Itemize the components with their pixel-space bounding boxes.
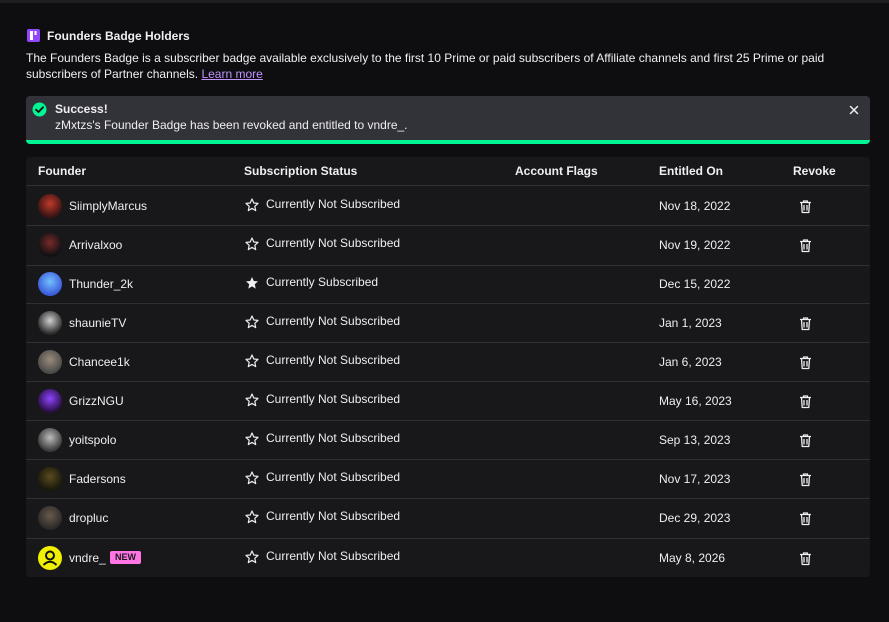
success-alert: Success! zMxtzs's Founder Badge has been… (26, 96, 870, 144)
avatar[interactable] (38, 427, 62, 452)
entitled-date: Nov 19, 2022 (659, 238, 731, 252)
subscription-status: Currently Not Subscribed (266, 548, 401, 563)
avatar[interactable] (38, 272, 62, 296)
learn-more-link[interactable]: Learn more (201, 67, 262, 81)
column-header-account-flags: Account Flags (515, 164, 598, 178)
entitled-date: Jan 6, 2023 (659, 354, 722, 369)
founder-name[interactable]: shaunieTV (69, 316, 126, 330)
check-circle-icon (32, 102, 47, 117)
avatar[interactable] (38, 349, 62, 374)
trash-icon[interactable] (798, 511, 813, 526)
alert-message: zMxtzs's Founder Badge has been revoked … (55, 118, 408, 132)
star-outline-icon (245, 510, 259, 524)
entitled-date: Sep 13, 2023 (659, 432, 731, 447)
subscription-status: Currently Not Subscribed (266, 391, 401, 406)
avatar[interactable] (38, 466, 62, 491)
founder-name[interactable]: Chancee1k (69, 355, 130, 369)
founder-name[interactable]: dropluc (69, 511, 108, 525)
avatar[interactable] (38, 310, 62, 335)
entitled-date: Nov 17, 2023 (659, 471, 731, 486)
close-icon[interactable] (848, 104, 860, 116)
entitled-date: May 8, 2026 (659, 550, 726, 565)
entitled-date: Jan 1, 2023 (659, 315, 722, 330)
star-outline-icon (245, 353, 259, 368)
page-header: Founders Badge Holders (26, 28, 190, 43)
column-header-founder: Founder (38, 164, 86, 178)
column-header-subscription-status: Subscription Status (244, 164, 358, 178)
avatar[interactable] (38, 193, 62, 218)
star-outline-icon (245, 237, 259, 251)
table-row: Arrivalxoo Currently Not Subscribed Nov 19… (26, 225, 870, 266)
page-description: The Founders Badge is a subscriber badge… (26, 50, 856, 82)
avatar[interactable] (38, 233, 62, 257)
table-row: shaunieTV Currently Not Subscribed Jan 1, … (26, 303, 870, 343)
table-row: Thunder_2k Currently Subscribed Dec 15, 20… (26, 265, 870, 304)
star-outline-icon (245, 314, 259, 329)
table-row: Chancee1k Currently Not Subscribed Jan 6, … (26, 342, 870, 382)
subscription-status: Currently Not Subscribed (266, 469, 401, 484)
avatar[interactable] (38, 506, 62, 530)
trash-icon[interactable] (798, 551, 813, 566)
founders-badge-icon (26, 28, 41, 43)
table-row: yoitspolo Currently Not Subscribed Sep 13,… (26, 420, 870, 460)
avatar[interactable] (38, 545, 62, 570)
subscription-status: Currently Not Subscribed (266, 509, 401, 523)
column-header-revoke: Revoke (793, 164, 836, 178)
trash-icon[interactable] (798, 355, 813, 370)
founder-name[interactable]: yoitspolo (69, 433, 116, 447)
star-outline-icon (245, 392, 259, 407)
founders-table: Founder Subscription Status Account Flag… (26, 157, 870, 577)
founder-name[interactable]: Arrivalxoo (69, 238, 122, 252)
top-bar (0, 0, 889, 3)
subscription-status: Currently Not Subscribed (266, 352, 401, 367)
trash-icon[interactable] (798, 433, 813, 448)
entitled-date: Nov 18, 2022 (659, 198, 731, 213)
page-title: Founders Badge Holders (47, 28, 190, 43)
entitled-date: Dec 29, 2023 (659, 511, 731, 525)
founder-name[interactable]: vndre_ (69, 551, 106, 565)
description-text: The Founders Badge is a subscriber badge… (26, 51, 825, 81)
trash-icon[interactable] (798, 472, 813, 487)
table-row: Fadersons Currently Not Subscribed Nov 17,… (26, 459, 870, 499)
star-filled-icon (245, 276, 259, 290)
star-outline-icon (245, 197, 259, 212)
trash-icon[interactable] (798, 394, 813, 409)
alert-title: Success! (55, 102, 108, 116)
star-outline-icon (245, 431, 259, 446)
trash-icon[interactable] (798, 316, 813, 331)
table-row: dropluc Currently Not Subscribed Dec 29, 2… (26, 498, 870, 539)
founder-name[interactable]: SiimplyMarcus (69, 199, 147, 213)
subscription-status: Currently Not Subscribed (266, 236, 401, 250)
star-outline-icon (245, 470, 259, 485)
subscription-status: Currently Not Subscribed (266, 430, 401, 445)
table-row: SiimplyMarcus Currently Not Subscribed Nov… (26, 186, 870, 226)
trash-icon[interactable] (798, 238, 813, 253)
founder-name[interactable]: Thunder_2k (69, 277, 133, 291)
entitled-date: Dec 15, 2022 (659, 277, 731, 291)
trash-icon[interactable] (798, 199, 813, 214)
avatar[interactable] (38, 388, 62, 413)
subscription-status: Currently Not Subscribed (266, 313, 401, 328)
table-header: Founder Subscription Status Account Flag… (26, 157, 870, 186)
table-row: vndre_ NEW Currently Not Subscribed May 8, … (26, 538, 870, 577)
new-badge: NEW (110, 551, 141, 564)
subscription-status: Currently Not Subscribed (266, 196, 401, 211)
founder-name[interactable]: Fadersons (69, 472, 126, 486)
star-outline-icon (245, 549, 259, 564)
column-header-entitled-on: Entitled On (659, 164, 723, 178)
table-row: GrizzNGU Currently Not Subscribed May 16, … (26, 381, 870, 421)
subscription-status: Currently Subscribed (266, 275, 379, 289)
entitled-date: May 16, 2023 (659, 393, 732, 408)
founder-name[interactable]: GrizzNGU (69, 394, 124, 408)
